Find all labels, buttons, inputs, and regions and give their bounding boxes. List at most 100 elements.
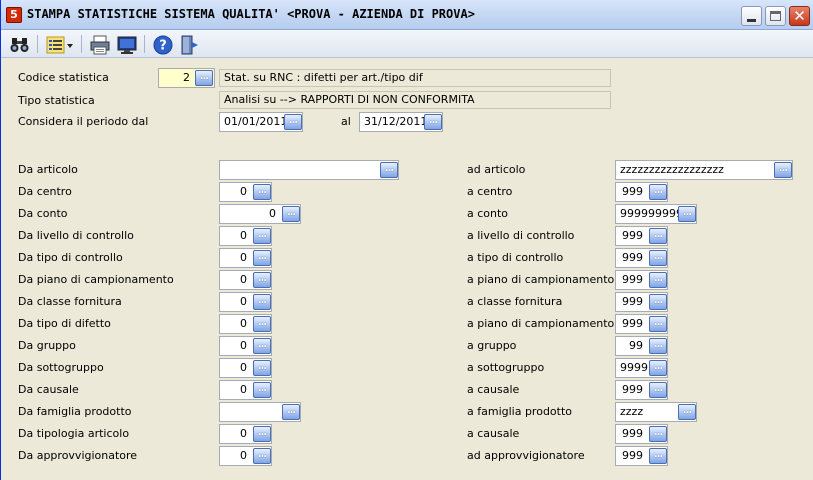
- to-filter-lookup-button[interactable]: ...: [649, 250, 667, 266]
- ellipsis-icon: ...: [653, 317, 663, 328]
- app-icon[interactable]: 5: [6, 7, 22, 23]
- ellipsis-icon: ...: [288, 115, 298, 126]
- ellipsis-icon: ...: [257, 295, 267, 306]
- to-filter-label: a famiglia prodotto: [467, 405, 573, 418]
- ellipsis-icon: ...: [653, 449, 663, 460]
- to-filter-lookup-button[interactable]: ...: [649, 382, 667, 398]
- ellipsis-icon: ...: [257, 339, 267, 350]
- date-to-picker-button[interactable]: ...: [424, 114, 442, 130]
- maximize-icon: [770, 11, 781, 21]
- ellipsis-icon: ...: [682, 405, 692, 416]
- to-filter-label: a causale: [467, 427, 520, 440]
- from-filter-lookup-button[interactable]: ...: [253, 184, 271, 200]
- ellipsis-icon: ...: [257, 383, 267, 394]
- from-filter-label: Da sottogruppo: [18, 361, 104, 374]
- codice-lookup-button[interactable]: ...: [195, 70, 213, 86]
- periodo-label: Considera il periodo dal: [18, 115, 149, 128]
- toolbar-separator: [37, 35, 38, 53]
- main-window: 5 STAMPA STATISTICHE SISTEMA QUALITA' <P…: [0, 0, 813, 480]
- title-bar[interactable]: 5 STAMPA STATISTICHE SISTEMA QUALITA' <P…: [1, 0, 813, 30]
- from-filter-lookup-button[interactable]: ...: [253, 250, 271, 266]
- ellipsis-icon: ...: [428, 115, 438, 126]
- from-filter-lookup-button[interactable]: ...: [253, 426, 271, 442]
- from-filter-label: Da tipo di controllo: [18, 251, 123, 264]
- ellipsis-icon: ...: [653, 383, 663, 394]
- svg-text:?: ?: [159, 39, 167, 54]
- minimize-icon: [747, 19, 756, 22]
- from-filter-label: Da articolo: [18, 163, 78, 176]
- from-filter-lookup-button[interactable]: ...: [253, 360, 271, 376]
- to-filter-label: a gruppo: [467, 339, 517, 352]
- form-area: Codice statistica 2 ... Stat. su RNC : d…: [1, 58, 813, 480]
- printer-icon[interactable]: [89, 34, 111, 56]
- to-filter-lookup-button[interactable]: ...: [649, 316, 667, 332]
- from-filter-lookup-button[interactable]: ...: [253, 382, 271, 398]
- to-filter-lookup-button[interactable]: ...: [649, 360, 667, 376]
- ellipsis-icon: ...: [286, 207, 296, 218]
- from-filter-label: Da conto: [18, 207, 68, 220]
- ellipsis-icon: ...: [257, 361, 267, 372]
- help-icon[interactable]: ?: [152, 34, 174, 56]
- minimize-button[interactable]: [741, 6, 762, 26]
- codice-description: Stat. su RNC : difetti per art./tipo dif: [219, 69, 611, 87]
- from-filter-label: Da approvvigionatore: [18, 449, 138, 462]
- toolbar-separator: [81, 35, 82, 53]
- to-filter-lookup-button[interactable]: ...: [649, 338, 667, 354]
- to-filter-lookup-button[interactable]: ...: [774, 162, 792, 178]
- ellipsis-icon: ...: [682, 207, 692, 218]
- from-filter-label: Da classe fornitura: [18, 295, 122, 308]
- list-options-icon[interactable]: [45, 34, 75, 56]
- to-filter-lookup-button[interactable]: ...: [649, 272, 667, 288]
- codice-statistica-label: Codice statistica: [18, 71, 109, 84]
- to-filter-lookup-button[interactable]: ...: [649, 228, 667, 244]
- to-filter-lookup-button[interactable]: ...: [649, 448, 667, 464]
- to-filter-lookup-button[interactable]: ...: [649, 184, 667, 200]
- from-filter-lookup-button[interactable]: ...: [253, 448, 271, 464]
- from-filter-label: Da causale: [18, 383, 79, 396]
- ellipsis-icon: ...: [653, 185, 663, 196]
- ellipsis-icon: ...: [653, 361, 663, 372]
- from-filter-lookup-button[interactable]: ...: [380, 162, 398, 178]
- ellipsis-icon: ...: [653, 427, 663, 438]
- to-filter-lookup-button[interactable]: ...: [649, 426, 667, 442]
- from-filter-label: Da famiglia prodotto: [18, 405, 132, 418]
- binoculars-icon[interactable]: [9, 34, 31, 56]
- from-filter-lookup-button[interactable]: ...: [253, 316, 271, 332]
- to-filter-label: a piano di campionamento: [467, 273, 615, 286]
- maximize-button[interactable]: [765, 6, 786, 26]
- to-filter-label: a piano di campionamento: [467, 317, 615, 330]
- to-filter-lookup-button[interactable]: ...: [678, 404, 696, 420]
- to-filter-label: a centro: [467, 185, 513, 198]
- ellipsis-icon: ...: [257, 185, 267, 196]
- from-filter-lookup-button[interactable]: ...: [282, 206, 300, 222]
- from-filter-lookup-button[interactable]: ...: [253, 272, 271, 288]
- ellipsis-icon: ...: [257, 317, 267, 328]
- to-filter-label: a causale: [467, 383, 520, 396]
- ellipsis-icon: ...: [257, 229, 267, 240]
- to-filter-label: a classe fornitura: [467, 295, 563, 308]
- ellipsis-icon: ...: [257, 251, 267, 262]
- from-filter-lookup-button[interactable]: ...: [253, 228, 271, 244]
- to-filter-label: a conto: [467, 207, 509, 220]
- close-button[interactable]: ✕: [789, 6, 810, 26]
- exit-door-icon[interactable]: [179, 34, 201, 56]
- ellipsis-icon: ...: [286, 405, 296, 416]
- to-filter-input[interactable]: zzzzzzzzzzzzzzzzzz: [615, 160, 793, 180]
- from-filter-lookup-button[interactable]: ...: [282, 404, 300, 420]
- from-filter-lookup-button[interactable]: ...: [253, 338, 271, 354]
- to-filter-label: ad approvvigionatore: [467, 449, 585, 462]
- from-filter-input[interactable]: [219, 160, 399, 180]
- from-filter-label: Da tipo di difetto: [18, 317, 111, 330]
- toolbar-separator: [144, 35, 145, 53]
- to-filter-lookup-button[interactable]: ...: [678, 206, 696, 222]
- ellipsis-icon: ...: [653, 251, 663, 262]
- from-filter-lookup-button[interactable]: ...: [253, 294, 271, 310]
- to-filter-lookup-button[interactable]: ...: [649, 294, 667, 310]
- ellipsis-icon: ...: [199, 71, 209, 82]
- from-filter-label: Da gruppo: [18, 339, 76, 352]
- from-filter-label: Da centro: [18, 185, 72, 198]
- monitor-preview-icon[interactable]: [116, 34, 138, 56]
- date-from-picker-button[interactable]: ...: [284, 114, 302, 130]
- ellipsis-icon: ...: [653, 273, 663, 284]
- al-label: al: [341, 115, 351, 128]
